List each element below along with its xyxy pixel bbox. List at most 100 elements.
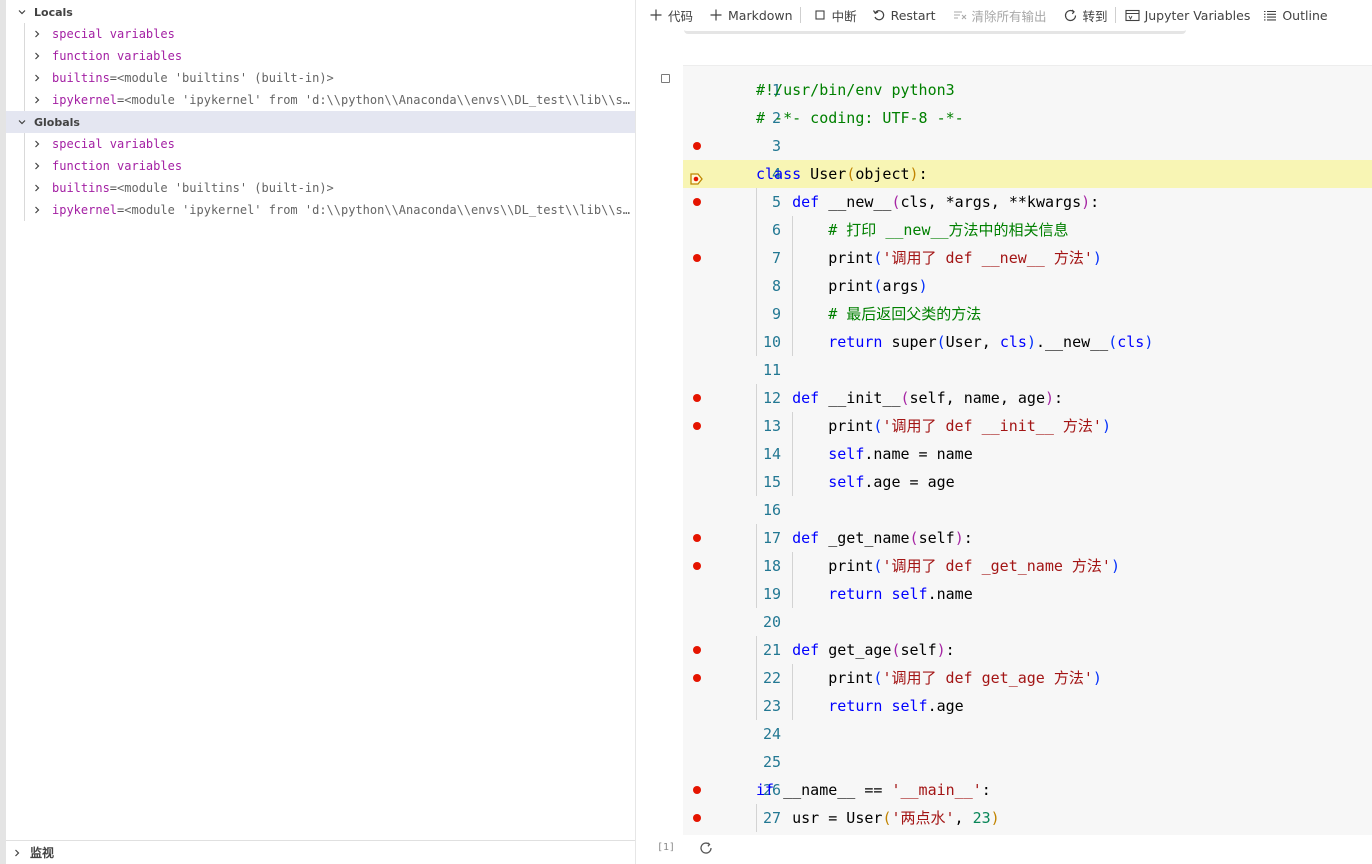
code-text: # 最后返回父类的方法 [756, 300, 981, 328]
code-token: cls [1117, 333, 1145, 351]
code-token: : [981, 781, 991, 799]
outline-button[interactable]: Outline [1262, 0, 1328, 30]
variable-row[interactable]: special variables [6, 133, 635, 155]
code-token: if [756, 781, 775, 799]
code-token: cls, *args, **kwargs [900, 193, 1082, 211]
code-token: __init__ [819, 389, 901, 407]
code-line[interactable]: 16 [683, 496, 1372, 524]
code-token: '调用了 def _get_name 方法' [882, 557, 1111, 575]
code-line[interactable]: 23 return self.age [683, 692, 1372, 720]
code-line[interactable]: 13 print('调用了 def __init__ 方法') [683, 412, 1372, 440]
code-line[interactable]: 17 def _get_name(self): [683, 524, 1372, 552]
code-line[interactable]: 20 [683, 608, 1372, 636]
code-line[interactable]: 11 [683, 356, 1372, 384]
execution-count: [1] [657, 842, 676, 853]
code-line[interactable]: 1 #!/usr/bin/env python3 [683, 76, 1372, 104]
code-token: print [756, 557, 874, 575]
code-token: ( [900, 389, 910, 407]
tree-indent-guide [24, 23, 25, 45]
code-line[interactable]: 12 def __init__(self, name, age): [683, 384, 1372, 412]
breakpoint-icon[interactable] [693, 562, 701, 570]
code-line[interactable]: 25 [683, 748, 1372, 776]
add-markdown-label: Markdown [728, 7, 793, 23]
code-token: : [963, 529, 973, 547]
code-token: '__main__' [891, 781, 982, 799]
code-token: self [828, 445, 865, 463]
variable-name: special variables [52, 27, 175, 41]
breakpoint-icon[interactable] [693, 646, 701, 654]
code-line[interactable]: 26 if __name__ == '__main__': [683, 776, 1372, 804]
code-line[interactable]: 8 print(args) [683, 272, 1372, 300]
code-line[interactable]: 27 usr = User('两点水', 23) [683, 804, 1372, 832]
variable-row[interactable]: ipykernel = <module 'ipykernel' from 'd:… [6, 89, 635, 111]
tree-indent-guide [24, 199, 25, 221]
breakpoint-icon[interactable] [693, 786, 701, 794]
code-text: def get_age(self): [756, 636, 955, 664]
code-line[interactable]: 9 # 最后返回父类的方法 [683, 300, 1372, 328]
variable-name: builtins [52, 181, 110, 195]
running-status-icon [699, 840, 713, 854]
code-line[interactable]: 3 [683, 132, 1372, 160]
code-token: __name__ == [774, 781, 892, 799]
code-line[interactable]: 10 return super(User, cls).__new__(cls) [683, 328, 1372, 356]
code-line[interactable]: 15 self.age = age [683, 468, 1372, 496]
watch-section-header[interactable]: 监视 [6, 840, 635, 864]
code-line[interactable]: 18 print('调用了 def _get_name 方法') [683, 552, 1372, 580]
code-line[interactable]: 22 print('调用了 def get_age 方法') [683, 664, 1372, 692]
code-token: .name = name [864, 445, 973, 463]
breakpoint-icon[interactable] [693, 422, 701, 430]
variable-equals: = [117, 203, 125, 217]
variables-icon [1125, 7, 1141, 23]
code-token: '调用了 def get_age 方法' [882, 669, 1093, 687]
variable-row[interactable]: special variables [6, 23, 635, 45]
code-token: self [918, 529, 955, 547]
code-line[interactable]: 4 class User(object): [683, 160, 1372, 188]
breakpoint-icon[interactable] [693, 674, 701, 682]
code-line[interactable]: 14 self.name = name [683, 440, 1372, 468]
code-text: print(args) [756, 272, 927, 300]
code-line[interactable]: 19 return self.name [683, 580, 1372, 608]
code-token: ) [1092, 669, 1102, 687]
line-number-text: 25 [762, 753, 781, 771]
breakpoint-current-arrow-icon[interactable] [689, 167, 705, 185]
cell-select-checkbox[interactable] [661, 74, 670, 83]
code-text: # 打印 __new__方法中的相关信息 [756, 216, 1068, 244]
code-token: ) [1045, 389, 1055, 407]
line-number: 20 [727, 608, 781, 636]
breakpoint-icon[interactable] [693, 394, 701, 402]
variable-value: <module 'builtins' (built-in)> [117, 181, 334, 195]
code-line[interactable]: 24 [683, 720, 1372, 748]
code-line[interactable]: 5 def __new__(cls, *args, **kwargs): [683, 188, 1372, 216]
code-token: self [900, 641, 937, 659]
code-text: def _get_name(self): [756, 524, 973, 552]
variable-row[interactable]: ipykernel = <module 'ipykernel' from 'd:… [6, 199, 635, 221]
line-number-text: 3 [771, 137, 781, 155]
code-token: self [891, 697, 928, 715]
code-token: ( [891, 641, 901, 659]
breakpoint-icon[interactable] [693, 534, 701, 542]
breakpoint-icon[interactable] [693, 814, 701, 822]
chevron-right-icon [32, 183, 42, 193]
variable-row[interactable]: function variables [6, 155, 635, 177]
code-token: self [828, 473, 865, 491]
breakpoint-icon[interactable] [693, 254, 701, 262]
line-number-text: 16 [762, 501, 781, 519]
variable-row[interactable]: builtins = <module 'builtins' (built-in)… [6, 177, 635, 199]
code-line[interactable]: 6 # 打印 __new__方法中的相关信息 [683, 216, 1372, 244]
scope-locals[interactable]: Locals [6, 1, 635, 23]
code-token: '调用了 def __init__ 方法' [882, 417, 1102, 435]
code-line[interactable]: 7 print('调用了 def __new__ 方法') [683, 244, 1372, 272]
variable-row[interactable]: function variables [6, 45, 635, 67]
code-text: print('调用了 def get_age 方法') [756, 664, 1102, 692]
code-text: return self.name [756, 580, 973, 608]
previous-cell-scrollbar [684, 26, 1186, 34]
code-line[interactable]: 2 # -*- coding: UTF-8 -*- [683, 104, 1372, 132]
breakpoint-icon[interactable] [693, 198, 701, 206]
code-token: print [756, 249, 874, 267]
variable-row[interactable]: builtins = <module 'builtins' (built-in)… [6, 67, 635, 89]
breakpoint-icon[interactable] [693, 142, 701, 150]
code-line[interactable]: 21 def get_age(self): [683, 636, 1372, 664]
code-token: return [828, 697, 883, 715]
scope-globals[interactable]: Globals [6, 111, 635, 133]
